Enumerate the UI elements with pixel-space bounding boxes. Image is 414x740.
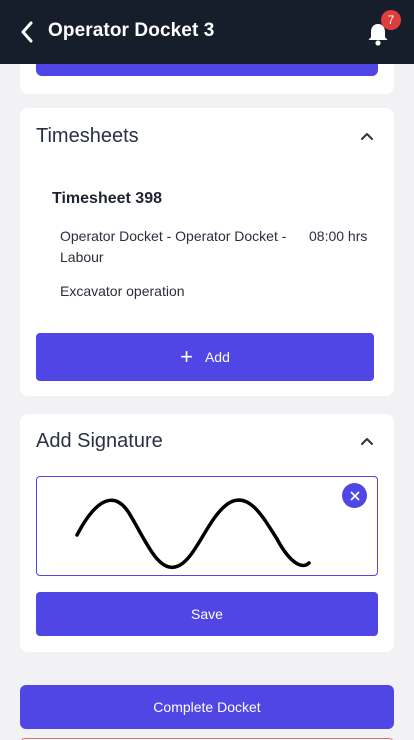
plus-icon: + (180, 344, 193, 369)
chevron-left-icon (21, 21, 33, 43)
timesheet-heading: Timesheet 398 (52, 190, 162, 207)
back-button[interactable] (14, 19, 40, 45)
add-button-label: Add (204, 349, 230, 365)
save-signature-button[interactable]: Save (36, 592, 378, 636)
close-icon (350, 491, 359, 500)
signature-drawing (75, 498, 311, 569)
timesheet-activity: Excavator operation (60, 283, 185, 299)
notifications-button[interactable]: 7 (364, 10, 401, 48)
timesheet-hours: 08:00 hrs (309, 228, 368, 244)
timesheets-title: Timesheets (36, 125, 139, 147)
signature-card: Add Signature Save (20, 414, 394, 652)
clear-signature-button[interactable] (342, 483, 367, 508)
signature-title: Add Signature (36, 430, 163, 452)
page-title: Operator Docket 3 (48, 20, 215, 41)
chevron-up-icon[interactable] (359, 128, 375, 144)
timesheet-description: Operator Docket - Operator Docket - Labo… (60, 228, 287, 265)
add-timesheet-button[interactable]: + Add (36, 333, 374, 381)
complete-docket-button[interactable]: Complete Docket (20, 685, 394, 729)
chevron-up-icon[interactable] (359, 433, 375, 449)
app-header: Operator Docket 3 7 (0, 0, 414, 64)
timesheets-card: Timesheets Timesheet 398 Operator Docket… (20, 108, 394, 396)
signature-pad[interactable] (36, 476, 378, 576)
notification-badge: 7 (381, 10, 401, 30)
